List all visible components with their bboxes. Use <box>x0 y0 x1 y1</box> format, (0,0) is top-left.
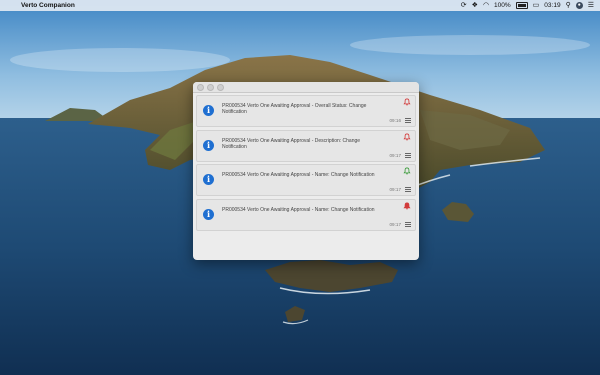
battery-icon[interactable] <box>515 2 528 9</box>
notification-text: PR000534 Verto One Awaiting Approval - N… <box>222 172 375 178</box>
hamburger-menu-icon[interactable] <box>405 187 411 192</box>
menu-bar-clock[interactable]: 03:19 <box>544 2 560 9</box>
window-zoom-button[interactable] <box>217 83 224 91</box>
notifications-window: i PR000534 Verto One Awaiting Approval -… <box>193 82 419 260</box>
notification-center-icon[interactable]: ☰ <box>588 0 594 11</box>
sync-icon[interactable]: ⟳ <box>461 0 467 11</box>
app-menu-name[interactable]: Verto Companion <box>21 2 75 9</box>
bell-red-icon[interactable] <box>403 133 411 141</box>
info-icon: i <box>203 139 214 151</box>
wifi-icon[interactable]: ◠ <box>483 0 489 11</box>
menu-bar: Verto Companion ⟳ ❖ ◠ 100% ▭ 03:19 ⚲ ● ☰ <box>0 0 600 11</box>
notification-time: 09:17 <box>389 187 402 192</box>
info-icon: i <box>203 105 214 116</box>
hamburger-menu-icon[interactable] <box>405 118 411 123</box>
display-icon[interactable]: ▭ <box>533 0 540 11</box>
notification-list: i PR000534 Verto One Awaiting Approval -… <box>193 93 419 231</box>
dropbox-icon[interactable]: ❖ <box>472 0 478 11</box>
notification-text: PR000534 Verto One Awaiting Approval - N… <box>222 206 375 213</box>
notification-text: PR000534 Verto One Awaiting Approval - O… <box>222 103 367 116</box>
user-avatar-icon[interactable]: ● <box>575 2 583 9</box>
spotlight-search-icon[interactable]: ⚲ <box>566 0 571 11</box>
hamburger-menu-icon[interactable] <box>405 221 411 227</box>
bell-green-icon[interactable] <box>403 167 411 175</box>
notification-card[interactable]: i PR000534 Verto One Awaiting Approval -… <box>196 164 416 196</box>
menu-bar-status-area: ⟳ ❖ ◠ 100% ▭ 03:19 ⚲ ● ☰ <box>461 0 594 11</box>
window-close-button[interactable] <box>197 83 204 91</box>
bell-red-icon[interactable] <box>403 202 411 210</box>
battery-percent: 100% <box>494 2 511 9</box>
notification-time: 09:16 <box>389 118 402 123</box>
notification-time: 09:17 <box>389 152 402 158</box>
notification-time: 09:17 <box>389 221 402 227</box>
info-icon: i <box>203 174 214 185</box>
hamburger-menu-icon[interactable] <box>405 152 411 158</box>
window-minimize-button[interactable] <box>207 83 214 91</box>
window-titlebar[interactable] <box>193 82 419 93</box>
info-icon: i <box>203 208 214 220</box>
notification-card[interactable]: i PR000534 Verto One Awaiting Approval -… <box>196 95 416 127</box>
notification-card[interactable]: i PR000534 Verto One Awaiting Approval -… <box>196 198 416 231</box>
notification-text: PR000534 Verto One Awaiting Approval - D… <box>222 137 361 150</box>
notification-card[interactable]: i PR000534 Verto One Awaiting Approval -… <box>196 129 416 162</box>
bell-red-icon[interactable] <box>403 98 411 106</box>
